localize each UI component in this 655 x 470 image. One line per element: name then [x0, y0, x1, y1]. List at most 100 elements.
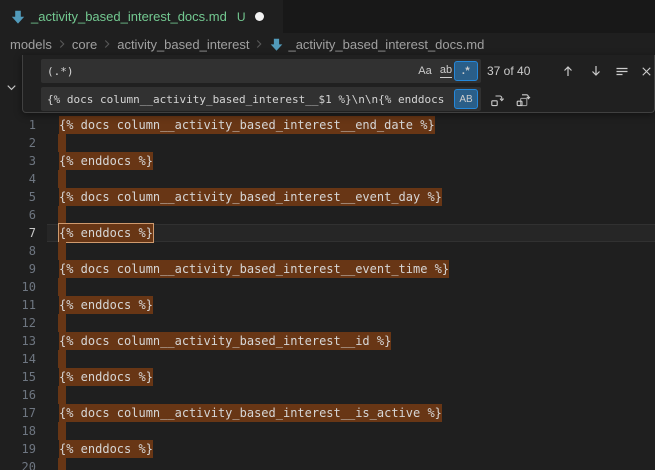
line-number: 17 [0, 404, 36, 422]
line-number: 1 [0, 116, 36, 134]
find-match-empty [58, 314, 66, 332]
find-match-empty [58, 422, 66, 440]
code-line[interactable]: 8 [0, 242, 655, 260]
line-text [59, 278, 66, 296]
find-match-empty [58, 206, 66, 224]
breadcrumb-item-models[interactable]: models [10, 37, 52, 52]
line-text: {% docs column__activity_based_interest_… [59, 116, 435, 134]
line-number: 8 [0, 242, 36, 260]
git-status-badge: U [237, 10, 246, 24]
line-number: 9 [0, 260, 36, 278]
breadcrumb-item-file[interactable]: _activity_based_interest_docs.md [269, 37, 484, 52]
line-number: 10 [0, 278, 36, 296]
code-line[interactable]: 12 [0, 314, 655, 332]
line-number: 7 [0, 224, 36, 242]
chevron-right-icon [252, 37, 266, 51]
line-text [59, 134, 66, 152]
line-text: {% docs column__activity_based_interest_… [59, 332, 391, 350]
code-line[interactable]: 18 [0, 422, 655, 440]
match-case-label: Aa [418, 65, 431, 77]
code-line[interactable]: 2 [0, 134, 655, 152]
markdown-file-icon [10, 9, 26, 25]
line-number: 11 [0, 296, 36, 314]
find-match: {% enddocs %} [59, 152, 153, 170]
line-number: 14 [0, 350, 36, 368]
line-number: 2 [0, 134, 36, 152]
toggle-replace-chevron-icon[interactable] [2, 79, 20, 95]
line-text [59, 170, 66, 188]
find-match-empty [58, 386, 66, 404]
breadcrumb-file-label: _activity_based_interest_docs.md [288, 37, 484, 52]
line-text: {% docs column__activity_based_interest_… [59, 188, 442, 206]
regex-button[interactable]: .* [454, 61, 478, 81]
chevron-right-icon [55, 37, 69, 51]
find-match: {% enddocs %} [59, 296, 153, 314]
code-line[interactable]: 3 {% enddocs %} [0, 152, 655, 170]
code-line[interactable]: 13 {% docs column__activity_based_interes… [0, 332, 655, 350]
code-line[interactable]: 15 {% enddocs %} [0, 368, 655, 386]
preserve-case-button[interactable]: AB [454, 89, 478, 109]
tab-bar: _activity_based_interest_docs.md U [0, 0, 655, 33]
line-text [59, 314, 66, 332]
line-text: {% enddocs %} [59, 224, 153, 242]
match-case-button[interactable]: Aa [414, 61, 436, 81]
code-line[interactable]: 19{% enddocs %} [0, 440, 655, 458]
replace-all-icon[interactable] [513, 90, 533, 110]
code-line[interactable]: 4 [0, 170, 655, 188]
chevron-right-icon [100, 37, 114, 51]
modified-dot-icon[interactable] [255, 12, 264, 21]
find-match-empty [58, 278, 66, 296]
find-match: {% enddocs %} [59, 368, 153, 386]
close-icon[interactable] [635, 60, 655, 82]
code-line[interactable]: 7 {% enddocs %} [0, 224, 655, 242]
code-line[interactable]: 20 [0, 458, 655, 470]
code-line[interactable]: 17 {% docs column__activity_based_interes… [0, 404, 655, 422]
line-number: 12 [0, 314, 36, 332]
previous-match-button[interactable] [557, 60, 579, 82]
line-number: 16 [0, 386, 36, 404]
line-number: 6 [0, 206, 36, 224]
find-match: {% docs column__activity_based_interest_… [59, 260, 449, 278]
code-line[interactable]: 11 {% enddocs %} [0, 296, 655, 314]
line-text [59, 350, 66, 368]
line-text [59, 458, 66, 470]
breadcrumb-item-folder[interactable]: activity_based_interest [117, 37, 249, 52]
find-match: {% enddocs %} [59, 440, 153, 458]
find-match-empty [58, 242, 66, 260]
find-match: {% docs column__activity_based_interest_… [59, 116, 435, 134]
code-line[interactable]: 9 {% docs column__activity_based_interest… [0, 260, 655, 278]
line-text: {% docs column__activity_based_interest_… [59, 404, 442, 422]
line-number: 20 [0, 458, 36, 470]
find-match: {% docs column__activity_based_interest_… [59, 404, 442, 422]
code-lines: 1 {% docs column__activity_based_interest… [0, 116, 655, 470]
find-widget: Aa ab .* 37 of 40 AB [22, 55, 655, 113]
find-match-empty [58, 458, 66, 470]
code-line[interactable]: 5{% docs column__activity_based_interest… [0, 188, 655, 206]
line-text: {% enddocs %} [59, 440, 153, 458]
line-text: {% enddocs %} [59, 296, 153, 314]
code-line[interactable]: 6 [0, 206, 655, 224]
find-match-empty [58, 134, 66, 152]
tab-active[interactable]: _activity_based_interest_docs.md U [0, 0, 283, 33]
code-line[interactable]: 10 [0, 278, 655, 296]
line-text: {% enddocs %} [59, 368, 153, 386]
code-line[interactable]: 16 [0, 386, 655, 404]
whole-word-label: ab [440, 64, 452, 78]
regex-label: .* [462, 65, 470, 77]
replace-input[interactable] [41, 87, 481, 111]
code-line[interactable]: 14 [0, 350, 655, 368]
preserve-case-label: AB [459, 94, 472, 105]
find-match-empty [58, 350, 66, 368]
code-line[interactable]: 1 {% docs column__activity_based_interest… [0, 116, 655, 134]
replace-one-icon[interactable] [487, 90, 507, 110]
line-number: 3 [0, 152, 36, 170]
line-text [59, 206, 66, 224]
find-in-selection-icon[interactable] [611, 60, 633, 82]
line-text [59, 422, 66, 440]
line-number: 15 [0, 368, 36, 386]
next-match-button[interactable] [585, 60, 607, 82]
breadcrumb-item-core[interactable]: core [72, 37, 97, 52]
line-text: {% docs column__activity_based_interest_… [59, 260, 449, 278]
markdown-file-icon [269, 37, 284, 52]
line-number: 13 [0, 332, 36, 350]
